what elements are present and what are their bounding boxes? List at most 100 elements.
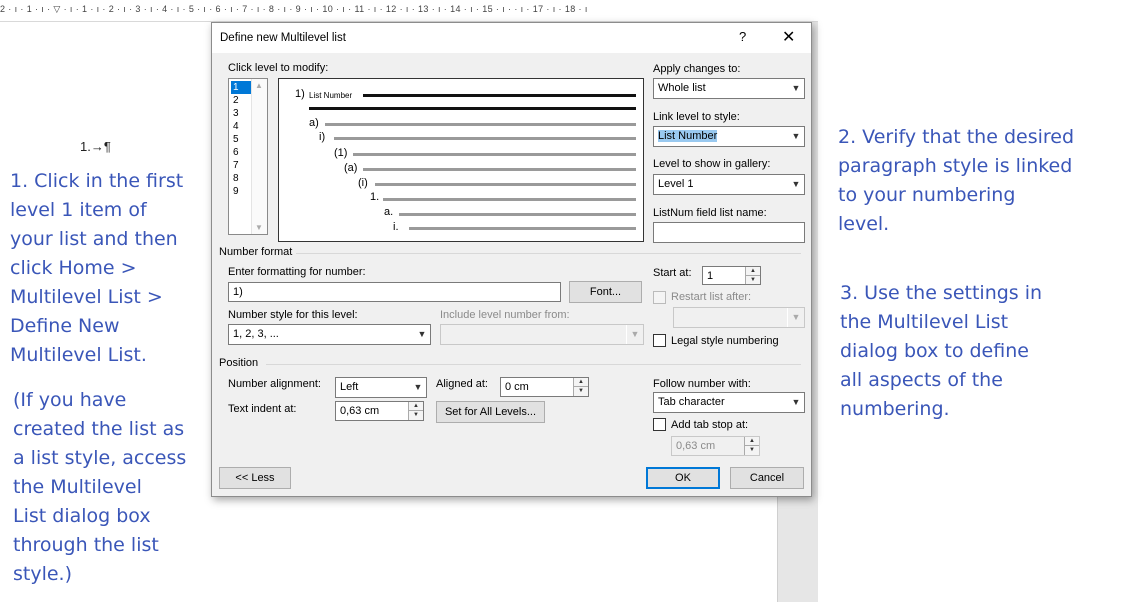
close-button[interactable]: ✕ <box>782 27 795 47</box>
chevron-down-icon: ▼ <box>787 79 804 98</box>
level-item[interactable]: 9 <box>231 185 251 198</box>
link-level-label: Link level to style: <box>653 111 740 123</box>
preview-line <box>309 107 636 110</box>
instruction-note-1: 1. Click in the first level 1 item of yo… <box>10 170 184 366</box>
spin-down-icon[interactable]: ▼ <box>745 275 760 284</box>
apply-changes-select[interactable]: Whole list ▼ <box>653 78 805 99</box>
enter-formatting-label: Enter formatting for number: <box>228 266 366 278</box>
text-indent-spinner[interactable]: 0,63 cm ▲ ▼ <box>335 401 424 421</box>
help-button[interactable]: ? <box>739 29 746 44</box>
number-format-group-title: Number format <box>219 246 293 258</box>
level-item[interactable]: 2 <box>231 94 251 107</box>
number-alignment-label: Number alignment: <box>228 378 321 390</box>
level-item[interactable]: 3 <box>231 107 251 120</box>
start-at-spinner[interactable]: 1 ▲ ▼ <box>702 266 761 285</box>
add-tab-stop-value: 0,63 cm <box>676 440 716 452</box>
number-format-input[interactable]: 1) <box>228 282 561 302</box>
preview-style-label: List Number <box>309 91 353 100</box>
scroll-up-icon[interactable]: ▲ <box>255 81 263 90</box>
define-multilevel-list-dialog: Define new Multilevel list ? ✕ Click lev… <box>211 22 812 497</box>
level-item[interactable]: 8 <box>231 172 251 185</box>
preview-number: (1) <box>334 147 348 159</box>
set-all-levels-button[interactable]: Set for All Levels... <box>436 401 545 423</box>
show-gallery-label: Level to show in gallery: <box>653 158 771 170</box>
preview-line <box>325 123 636 126</box>
number-alignment-value: Left <box>340 381 359 393</box>
chevron-down-icon: ▼ <box>409 378 426 397</box>
instruction-note-aside: (If you have created the list as a list … <box>13 389 187 585</box>
show-gallery-value: Level 1 <box>658 178 694 190</box>
horizontal-ruler[interactable]: 2 · ı · 1 · ı · ▽ · ı · 1 · ı · 2 · ı · … <box>0 0 818 22</box>
follow-number-label: Follow number with: <box>653 378 751 390</box>
level-item[interactable]: 1 <box>231 81 251 94</box>
follow-number-select[interactable]: Tab character ▼ <box>653 392 805 413</box>
preview-line <box>353 153 636 156</box>
spin-up-icon[interactable]: ▲ <box>745 267 760 276</box>
preview-number: 1. <box>370 191 380 203</box>
group-separator <box>296 253 801 254</box>
chevron-down-icon: ▼ <box>787 308 804 327</box>
restart-list-label: Restart list after: <box>671 291 752 303</box>
preview-number: i) <box>319 131 326 143</box>
dialog-titlebar[interactable]: Define new Multilevel list ? ✕ <box>212 23 811 53</box>
include-level-label: Include level number from: <box>440 309 570 321</box>
instruction-note-2: 2. Verify that the desired paragraph sty… <box>838 126 1075 235</box>
show-gallery-select[interactable]: Level 1 ▼ <box>653 174 805 195</box>
number-alignment-select[interactable]: Left ▼ <box>335 377 427 398</box>
chevron-down-icon: ▼ <box>626 325 643 344</box>
add-tab-stop-label: Add tab stop at: <box>671 419 749 431</box>
font-button[interactable]: Font... <box>569 281 642 303</box>
scroll-down-icon[interactable]: ▼ <box>255 223 263 232</box>
spin-up-icon[interactable]: ▲ <box>408 402 423 411</box>
group-separator <box>266 364 801 365</box>
legal-style-label: Legal style numbering <box>671 335 779 347</box>
preview-line <box>334 137 636 140</box>
level-listbox[interactable]: 1 2 3 4 5 6 7 8 9 ▲ ▼ <box>228 78 268 235</box>
apply-changes-value: Whole list <box>658 82 706 94</box>
link-level-select[interactable]: List Number ▼ <box>653 126 805 147</box>
level-item[interactable]: 7 <box>231 159 251 172</box>
apply-changes-label: Apply changes to: <box>653 63 741 75</box>
list-preview: 1) List Number a) i) (1) (a) (i) 1. a. i… <box>278 78 644 242</box>
chevron-down-icon: ▼ <box>413 325 430 344</box>
preview-number: (i) <box>358 177 368 189</box>
level-scrollbar[interactable]: ▲ ▼ <box>251 79 267 234</box>
position-group-title: Position <box>219 357 259 369</box>
level-item[interactable]: 4 <box>231 120 251 133</box>
text-indent-value: 0,63 cm <box>340 405 380 417</box>
spin-down-icon[interactable]: ▼ <box>408 411 423 420</box>
link-level-value: List Number <box>658 130 718 142</box>
restart-list-select[interactable]: ▼ <box>673 307 805 328</box>
include-level-select[interactable]: ▼ <box>440 324 644 345</box>
level-item[interactable]: 5 <box>231 133 251 146</box>
restart-list-checkbox[interactable] <box>653 291 666 304</box>
ruler-scale: 2 · ı · 1 · ı · ▽ · ı · 1 · ı · 2 · ı · … <box>0 4 588 14</box>
ok-button[interactable]: OK <box>646 467 720 489</box>
aligned-at-value: 0 cm <box>505 381 529 393</box>
preview-line <box>363 168 636 171</box>
spin-up-icon[interactable]: ▲ <box>744 437 759 446</box>
aligned-at-label: Aligned at: <box>436 378 488 390</box>
preview-number: a) <box>309 117 319 129</box>
instruction-note-3: 3. Use the settings in the Multilevel Li… <box>840 282 1043 420</box>
spin-down-icon[interactable]: ▼ <box>744 446 759 455</box>
follow-number-value: Tab character <box>658 396 725 408</box>
legal-style-checkbox[interactable] <box>653 334 666 347</box>
start-at-value: 1 <box>707 270 714 282</box>
spin-up-icon[interactable]: ▲ <box>573 378 588 387</box>
document-list-item[interactable]: 1.→¶ <box>80 139 111 154</box>
chevron-down-icon: ▼ <box>787 127 804 146</box>
spin-down-icon[interactable]: ▼ <box>573 387 588 396</box>
start-at-label: Start at: <box>653 267 692 279</box>
add-tab-stop-spinner[interactable]: 0,63 cm ▲ ▼ <box>671 436 760 456</box>
listnum-input[interactable] <box>653 222 805 243</box>
less-button[interactable]: << Less <box>219 467 291 489</box>
add-tab-stop-checkbox[interactable] <box>653 418 666 431</box>
cancel-button[interactable]: Cancel <box>730 467 804 489</box>
aligned-at-spinner[interactable]: 0 cm ▲ ▼ <box>500 377 589 397</box>
level-item[interactable]: 6 <box>231 146 251 159</box>
preview-number: a. <box>384 206 394 218</box>
preview-number: i. <box>393 221 399 233</box>
number-style-select[interactable]: 1, 2, 3, ... ▼ <box>228 324 431 345</box>
preview-line <box>409 227 636 230</box>
